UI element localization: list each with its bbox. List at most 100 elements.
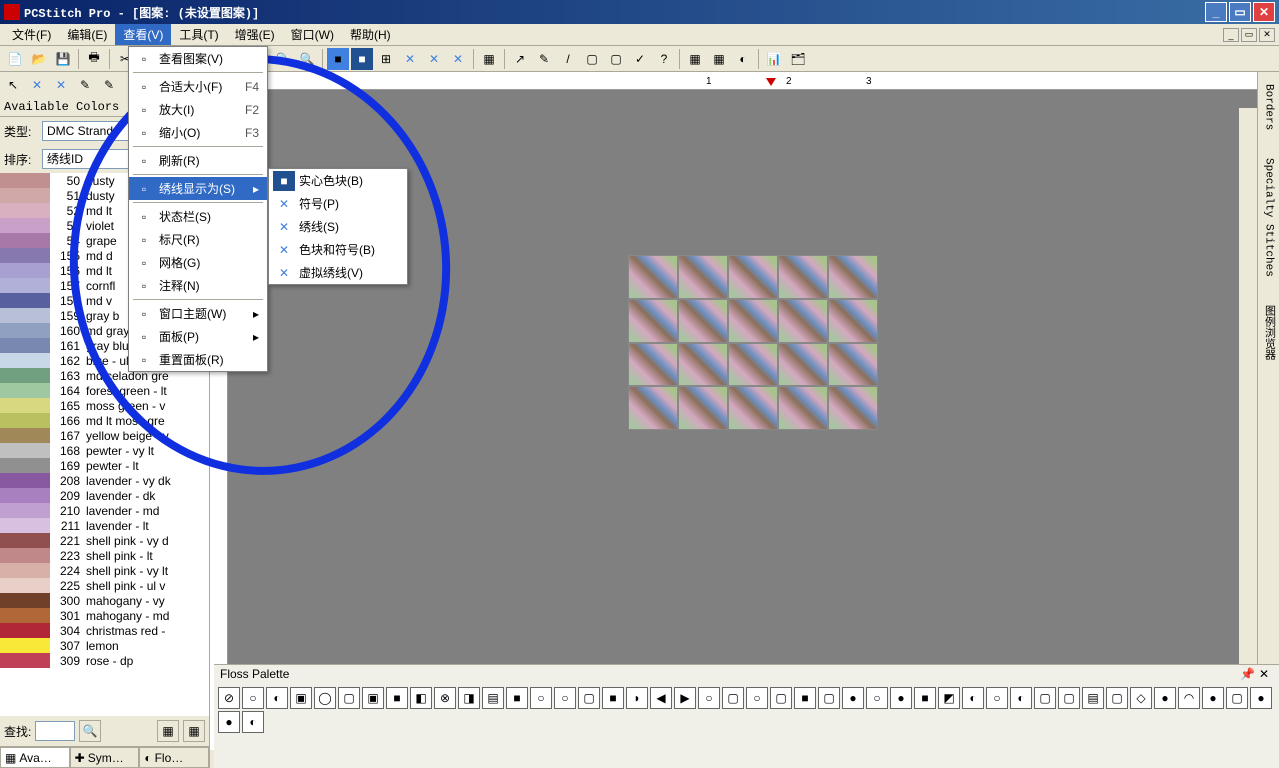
pointer-icon[interactable]: ↖	[2, 74, 24, 96]
view-blocks-icon[interactable]: ■	[327, 48, 349, 70]
color-swatch[interactable]	[0, 638, 50, 653]
floss-item[interactable]: ○	[698, 687, 720, 709]
tool-h-icon[interactable]: ◐	[732, 48, 754, 70]
floss-item[interactable]: ▢	[578, 687, 600, 709]
save-icon[interactable]: 💾	[52, 48, 74, 70]
menu-window[interactable]: 窗口(W)	[283, 24, 342, 45]
tool-a-icon[interactable]: ↗	[509, 48, 531, 70]
erase-icon[interactable]: ✕	[26, 74, 48, 96]
floss-item[interactable]: ▤	[482, 687, 504, 709]
tool-i-icon[interactable]: 📊	[763, 48, 785, 70]
color-row[interactable]: 164forest green - lt	[50, 383, 209, 398]
menu-entry[interactable]: ▫面板(P)▸	[129, 325, 267, 348]
tool-c-icon[interactable]: ▢	[581, 48, 603, 70]
color-swatch[interactable]	[0, 278, 50, 293]
menu-entry[interactable]: ▫缩小(O)F3	[129, 121, 267, 144]
menu-enhance[interactable]: 增强(E)	[227, 24, 283, 45]
color-swatch[interactable]	[0, 518, 50, 533]
color-swatch[interactable]	[0, 368, 50, 383]
color-swatch[interactable]	[0, 458, 50, 473]
menu-entry[interactable]: ▫重置面板(R)	[129, 348, 267, 371]
color-swatch[interactable]	[0, 593, 50, 608]
color-row[interactable]: 208lavender - vy dk	[50, 473, 209, 488]
floss-item[interactable]: ●	[1154, 687, 1176, 709]
color-swatch[interactable]	[0, 233, 50, 248]
tab-specialty[interactable]: Specialty Stitches	[1261, 154, 1277, 281]
mdi-close[interactable]: ✕	[1259, 28, 1275, 42]
tool-d-icon[interactable]: ▢	[605, 48, 627, 70]
tool-check-icon[interactable]: ✓	[629, 48, 651, 70]
menu-entry[interactable]: ▫窗口主题(W)▸	[129, 302, 267, 325]
close-button[interactable]: ✕	[1253, 2, 1275, 22]
floss-item[interactable]: ◐	[266, 687, 288, 709]
tool3-icon[interactable]: ✎	[98, 74, 120, 96]
color-row[interactable]: 307lemon	[50, 638, 209, 653]
view-symbols-icon[interactable]: ⊞	[375, 48, 397, 70]
floss-item[interactable]: ●	[890, 687, 912, 709]
color-row[interactable]: 224shell pink - vy lt	[50, 563, 209, 578]
floss-pin-icon[interactable]: 📌	[1240, 667, 1255, 681]
menu-edit[interactable]: 编辑(E)	[59, 24, 115, 45]
color-swatch[interactable]	[0, 578, 50, 593]
floss-item[interactable]: ▤	[1082, 687, 1104, 709]
color-row[interactable]: 221shell pink - vy d	[50, 533, 209, 548]
color-row[interactable]: 168pewter - vy lt	[50, 443, 209, 458]
tool-j-icon[interactable]: 🗂	[787, 48, 809, 70]
tool-b-icon[interactable]: /	[557, 48, 579, 70]
menu-entry[interactable]: ▫查看图案(V)	[129, 47, 267, 70]
tab-available[interactable]: ▦Ava…	[0, 747, 70, 768]
floss-item[interactable]: ◩	[938, 687, 960, 709]
floss-item[interactable]: ⊘	[218, 687, 240, 709]
color-swatch[interactable]	[0, 563, 50, 578]
color-swatch[interactable]	[0, 398, 50, 413]
floss-item[interactable]: ◐	[242, 711, 264, 733]
floss-item[interactable]: ◀	[650, 687, 672, 709]
tool-f-icon[interactable]: ▦	[684, 48, 706, 70]
color-swatch[interactable]	[0, 203, 50, 218]
floss-item[interactable]: ■	[914, 687, 936, 709]
menu-entry[interactable]: ▫放大(I)F2	[129, 98, 267, 121]
new-file-icon[interactable]: 📄	[4, 48, 26, 70]
tool-pencil-icon[interactable]: ✎	[533, 48, 555, 70]
floss-item[interactable]: ■	[506, 687, 528, 709]
mdi-minimize[interactable]: _	[1223, 28, 1239, 42]
color-swatch[interactable]	[0, 248, 50, 263]
view-x3-icon[interactable]: ✕	[447, 48, 469, 70]
floss-item[interactable]: ○	[242, 687, 264, 709]
menu-entry[interactable]: ▫网格(G)	[129, 251, 267, 274]
floss-item[interactable]: ■	[386, 687, 408, 709]
color-swatch[interactable]	[0, 338, 50, 353]
tab-borders[interactable]: Borders	[1261, 80, 1277, 134]
floss-item[interactable]: ■	[794, 687, 816, 709]
open-file-icon[interactable]: 📂	[28, 48, 50, 70]
color-row[interactable]: 167yellow beige - v	[50, 428, 209, 443]
tool2-icon[interactable]: ✎	[74, 74, 96, 96]
color-row[interactable]: 301mahogany - md	[50, 608, 209, 623]
menu-view[interactable]: 查看(V)	[115, 24, 171, 45]
grid1-button[interactable]: ▦	[157, 720, 179, 742]
floss-item[interactable]: ◐	[1010, 687, 1032, 709]
menu-entry[interactable]: ▫刷新(R)	[129, 149, 267, 172]
floss-item[interactable]: ○	[986, 687, 1008, 709]
color-swatch[interactable]	[0, 533, 50, 548]
color-row[interactable]: 165moss green - v	[50, 398, 209, 413]
floss-item[interactable]: ◗	[626, 687, 648, 709]
floss-grid[interactable]: ⊘○◐▣◯▢▣■◧⊗◨▤■○○▢■◗◀▶○▢○▢■▢●○●■◩◐○◐▢▢▤▢◇●…	[214, 683, 1279, 737]
color-row[interactable]: 169pewter - lt	[50, 458, 209, 473]
color-swatch[interactable]	[0, 653, 50, 668]
menu-tools[interactable]: 工具(T)	[171, 24, 226, 45]
floss-item[interactable]: ●	[842, 687, 864, 709]
menu-file[interactable]: 文件(F)	[4, 24, 59, 45]
menu-entry[interactable]: ▫合适大小(F)F4	[129, 75, 267, 98]
color-swatch[interactable]	[0, 353, 50, 368]
color-swatch[interactable]	[0, 383, 50, 398]
color-swatch[interactable]	[0, 443, 50, 458]
grid-icon[interactable]: ▦	[478, 48, 500, 70]
color-row[interactable]: 210lavender - md	[50, 503, 209, 518]
submenu-entry[interactable]: ✕虚拟绣线(V)	[269, 261, 407, 284]
floss-item[interactable]: ⊗	[434, 687, 456, 709]
submenu-entry[interactable]: ✕色块和符号(B)	[269, 238, 407, 261]
minimize-button[interactable]: _	[1205, 2, 1227, 22]
view-x2-icon[interactable]: ✕	[423, 48, 445, 70]
floss-item[interactable]: ●	[1250, 687, 1272, 709]
